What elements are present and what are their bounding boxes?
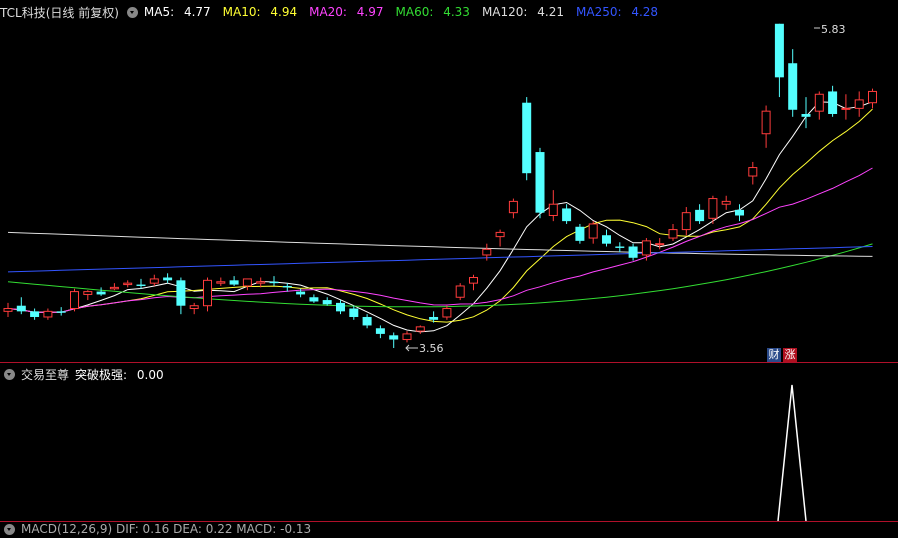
candle (56, 307, 66, 316)
candle (242, 278, 252, 291)
candle (442, 305, 452, 320)
indicator-lines (777, 384, 807, 522)
candle (695, 204, 705, 224)
high-marker: 5.83 (814, 23, 846, 36)
candle (136, 278, 146, 289)
candle (43, 308, 53, 320)
macd-text: MACD(12,26,9) DIF: 0.16 DEA: 0.22 MACD: … (21, 522, 312, 536)
candle (615, 242, 625, 253)
candle (641, 238, 651, 261)
candle (828, 85, 838, 117)
collapse-icon[interactable] (4, 368, 15, 380)
ma60-line (7, 243, 873, 308)
low-marker: 3.56 (405, 342, 444, 355)
candle (814, 91, 824, 120)
candle (469, 274, 478, 291)
candle (149, 274, 159, 286)
indicator-name[interactable]: 交易至尊 (21, 366, 69, 383)
high-price-label: 5.83 (821, 23, 846, 36)
candle (189, 302, 199, 315)
candle (774, 23, 784, 98)
candle (96, 287, 106, 296)
candle (415, 325, 425, 334)
candle (508, 198, 518, 219)
candle (375, 325, 385, 339)
low-price-label: 3.56 (419, 342, 444, 355)
candle (668, 223, 678, 241)
candle (216, 277, 226, 286)
candle (602, 229, 611, 247)
candle (628, 243, 638, 261)
candle (522, 97, 532, 181)
candle (123, 280, 133, 288)
finance-badge[interactable]: 财 (767, 348, 781, 362)
candle (748, 161, 758, 185)
panel-divider[interactable] (0, 362, 898, 363)
candle (548, 190, 558, 222)
candle (176, 277, 186, 315)
candle (575, 223, 585, 244)
collapse-icon[interactable] (4, 523, 15, 535)
candle (349, 305, 359, 320)
candle (16, 297, 26, 315)
candle (495, 229, 505, 247)
candle (362, 314, 372, 329)
candle (735, 204, 744, 222)
candle (655, 238, 665, 250)
candle (203, 277, 212, 312)
ma20-line (7, 167, 873, 313)
candle (721, 195, 731, 210)
indicator-series: 突破极强: 0.00 (75, 367, 164, 382)
breakout-indicator-line (777, 384, 807, 522)
macd-legend: MACD(12,26,9) DIF: 0.16 DEA: 0.22 MACD: … (0, 520, 317, 538)
candle (309, 294, 319, 303)
candle (269, 276, 279, 286)
candle (30, 308, 40, 320)
moving-average-lines (7, 101, 873, 333)
candle (854, 91, 864, 117)
candle (588, 221, 598, 244)
candle (109, 283, 119, 291)
candle (535, 147, 545, 219)
candle (788, 49, 798, 117)
limit-up-badge[interactable]: 涨 (783, 348, 797, 362)
candle (322, 297, 332, 306)
candle (163, 273, 173, 284)
candle (402, 331, 412, 343)
candle (455, 283, 465, 301)
candle (3, 302, 13, 317)
candle (389, 332, 399, 348)
indicator-legend: 交易至尊 突破极强: 0.00 (0, 365, 176, 383)
ma10-line (7, 108, 873, 323)
candle (70, 288, 79, 312)
candle (282, 283, 292, 292)
kline-chart[interactable]: 5.83 3.56 (0, 0, 898, 529)
candle (761, 105, 771, 148)
candle (681, 207, 691, 236)
ma5-line (7, 101, 873, 333)
ma250-line (7, 246, 873, 273)
candle (83, 290, 93, 301)
ma120-line (7, 231, 873, 257)
candle (562, 204, 572, 224)
candle (868, 88, 877, 109)
candle (229, 276, 239, 286)
candle (336, 300, 345, 315)
